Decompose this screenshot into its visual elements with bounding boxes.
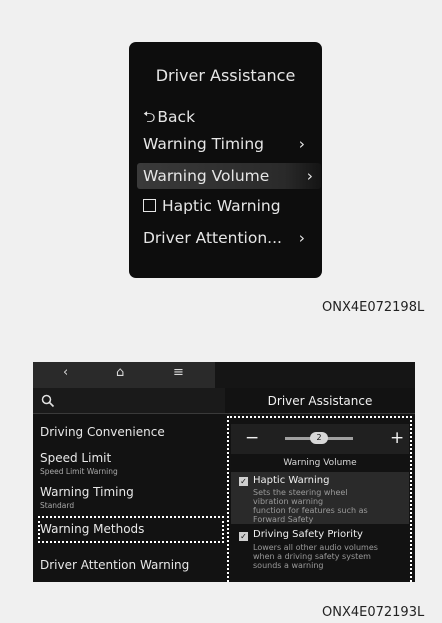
cluster-back-item[interactable]: ⮌ Back xyxy=(143,104,313,130)
divider xyxy=(33,413,415,414)
option-desc-line: Lowers all other audio volumes xyxy=(253,543,378,552)
option-description: Sets the steering wheel vibration warnin… xyxy=(253,488,413,524)
menu-item-speed-limit[interactable]: Speed Limit Speed Limit Warning xyxy=(33,446,225,480)
option-description: Lowers all other audio volumes when a dr… xyxy=(253,543,413,570)
volume-slider-knob[interactable]: 2 xyxy=(310,432,328,444)
checkbox-checked-icon[interactable]: ✓ xyxy=(239,477,248,486)
menu-item-title: Driving Convenience xyxy=(40,425,165,439)
checkbox-checked-icon[interactable]: ✓ xyxy=(239,532,248,541)
figure-code-top: ONX4E072198L xyxy=(322,300,425,315)
back-arrow-icon: ⮌ xyxy=(143,108,156,126)
cluster-item-warning-timing[interactable]: Warning Timing › xyxy=(143,131,313,157)
menu-item-subtitle: Standard xyxy=(40,501,75,510)
infotainment-screen: ‹ ⌂ ≡ Driver Assistance Driving Convenie… xyxy=(33,362,415,582)
menu-item-warning-timing[interactable]: Warning Timing Standard xyxy=(33,480,225,514)
option-desc-line: function for features such as xyxy=(253,506,368,515)
volume-minus-button[interactable]: − xyxy=(245,428,259,448)
home-icon[interactable]: ⌂ xyxy=(116,365,124,380)
menu-item-title: Speed Limit xyxy=(40,451,112,465)
cluster-item-label: Haptic Warning xyxy=(162,197,281,215)
back-chevron-icon[interactable]: ‹ xyxy=(63,365,68,380)
cluster-item-label: Driver Attention... xyxy=(143,229,282,247)
menu-icon[interactable]: ≡ xyxy=(173,365,184,380)
cluster-item-label: Warning Volume xyxy=(143,167,270,185)
menu-item-subtitle: Speed Limit Warning xyxy=(40,467,118,476)
option-desc-line: vibration warning xyxy=(253,497,324,506)
cluster-display: Driver Assistance ⮌ Back Warning Timing ›… xyxy=(129,42,322,278)
menu-item-title: Driver Attention Warning xyxy=(40,558,190,572)
figure-code-bottom: ONX4E072193L xyxy=(322,605,425,620)
option-desc-line: Sets the steering wheel xyxy=(253,488,348,497)
cluster-item-label: Warning Timing xyxy=(143,135,265,153)
search-icon xyxy=(41,394,55,408)
cluster-item-driver-attention[interactable]: Driver Attention... › xyxy=(143,225,313,251)
volume-label: Warning Volume xyxy=(283,458,357,468)
chevron-right-icon: › xyxy=(298,135,305,153)
cluster-item-haptic-warning[interactable]: Haptic Warning xyxy=(143,193,313,219)
option-desc-line: Forward Safety xyxy=(253,515,314,524)
search-bar[interactable] xyxy=(33,388,225,414)
menu-item-driver-attention-warning[interactable]: Driver Attention Warning xyxy=(33,552,225,580)
cluster-item-warning-volume[interactable]: Warning Volume › xyxy=(137,163,321,189)
chevron-right-icon: › xyxy=(298,229,305,247)
chevron-right-icon: › xyxy=(306,167,313,185)
focus-highlight xyxy=(38,516,224,543)
checkbox-icon xyxy=(143,199,156,212)
option-desc-line: when a driving safety system xyxy=(253,552,371,561)
volume-plus-button[interactable]: + xyxy=(390,428,404,448)
menu-item-driving-convenience[interactable]: Driving Convenience xyxy=(33,416,225,444)
page-title: Driver Assistance xyxy=(267,394,373,408)
cluster-title: Driver Assistance xyxy=(155,66,296,85)
cluster-item-label: Back xyxy=(157,108,196,126)
option-title: Haptic Warning xyxy=(253,475,330,486)
option-desc-line: sounds a warning xyxy=(253,561,324,570)
option-title: Driving Safety Priority xyxy=(253,529,363,540)
menu-item-title: Warning Timing xyxy=(40,485,134,499)
